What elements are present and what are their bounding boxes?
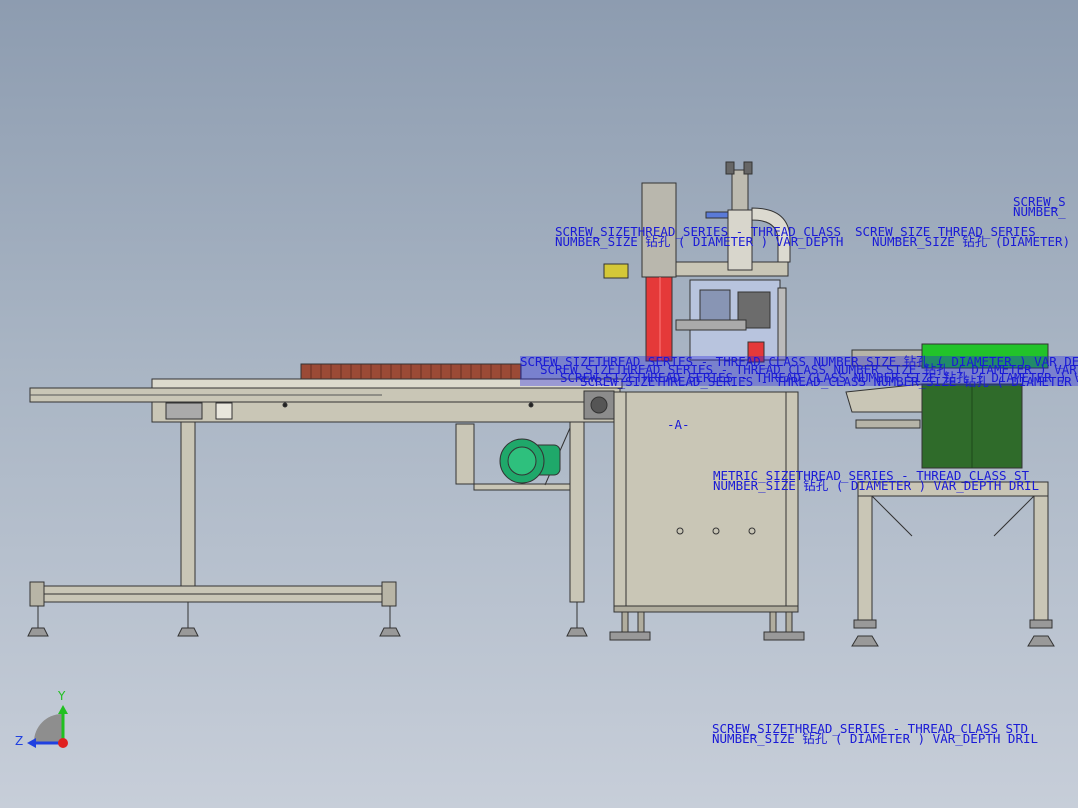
cluster-text-4: SCREW_SIZETHREAD_SERIES - THREAD_CLASS N… bbox=[580, 374, 1078, 389]
y-axis-label: Y bbox=[57, 689, 66, 703]
annotation-cabinet: METRIC_SIZETHREAD_SERIES - THREAD_CLASS … bbox=[713, 468, 1039, 493]
annotation-top-right: SCREW_S NUMBER_ bbox=[1013, 194, 1066, 219]
z-axis-label: Z bbox=[15, 734, 23, 748]
z-arrowhead-icon bbox=[27, 738, 36, 748]
annotation-bottom: SCREW_SIZETHREAD_SERIES - THREAD_CLASS S… bbox=[712, 721, 1038, 746]
bottle-hopper bbox=[845, 343, 1055, 647]
machine-drawing: -A- SCREW_SIZETHREAD_SERIES - THREAD_CLA… bbox=[15, 161, 1078, 748]
drive-motor bbox=[455, 423, 571, 491]
annotation-line2: NUMBER_SIZE 钻孔 (DIAMETER) bbox=[872, 234, 1070, 249]
annotation-line2: NUMBER_ bbox=[1013, 204, 1066, 219]
main-cabinet bbox=[609, 391, 805, 641]
axis-triad[interactable]: Y Z bbox=[15, 689, 68, 748]
cad-viewport[interactable]: -A- SCREW_SIZETHREAD_SERIES - THREAD_CLA… bbox=[0, 0, 1078, 808]
annotation-line2: NUMBER_SIZE 钻孔 ( DIAMETER ) VAR_DEPTH DR… bbox=[712, 731, 1038, 746]
annotation-head-right: SCREW_SIZE THREAD_SERIES NUMBER_SIZE 钻孔 … bbox=[855, 224, 1070, 249]
annotation-cluster: SCREW_SIZETHREAD_SERIES - THREAD_CLASS N… bbox=[520, 354, 1078, 389]
annotation-line2: NUMBER_SIZE 钻孔 ( DIAMETER ) VAR_DEPTH DR… bbox=[713, 478, 1039, 493]
annotation-head-left: SCREW_SIZETHREAD_SERIES - THREAD_CLASS N… bbox=[555, 224, 843, 249]
section-label: -A- bbox=[667, 417, 690, 432]
annotation-line2: NUMBER_SIZE 钻孔 ( DIAMETER ) VAR_DEPTH bbox=[555, 234, 843, 249]
conveyor-assembly bbox=[27, 363, 623, 637]
x-axis-dot bbox=[58, 738, 68, 748]
triad-base bbox=[34, 714, 62, 742]
capping-head bbox=[603, 161, 791, 363]
y-arrowhead-icon bbox=[58, 705, 68, 714]
